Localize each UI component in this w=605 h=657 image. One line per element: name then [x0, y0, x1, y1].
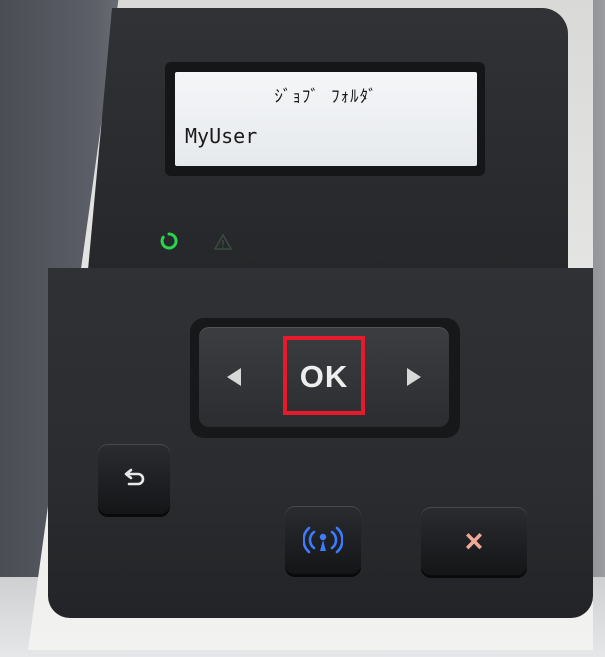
- wireless-icon: [303, 526, 343, 554]
- ready-power-icon: [160, 232, 178, 250]
- back-arrow-icon: [124, 468, 145, 486]
- right-arrow-button[interactable]: [379, 327, 449, 427]
- left-arrow-icon: [227, 368, 241, 386]
- ok-button[interactable]: OK: [284, 339, 364, 415]
- back-button[interactable]: [98, 444, 170, 514]
- lcd-selected-item: MyUser: [185, 124, 258, 148]
- ok-button-label: OK: [299, 359, 349, 394]
- navigation-bar: OK: [199, 327, 449, 427]
- wireless-button[interactable]: [285, 506, 361, 574]
- attention-warning-icon: [213, 233, 233, 250]
- cancel-button[interactable]: ×: [421, 507, 527, 575]
- right-arrow-icon: [407, 368, 421, 386]
- lcd-display: ｼﾞｮﾌﾞ ﾌｫﾙﾀﾞ MyUser: [175, 72, 477, 166]
- cancel-x-icon: ×: [464, 523, 484, 559]
- left-arrow-button[interactable]: [199, 327, 269, 427]
- lcd-title: ｼﾞｮﾌﾞ ﾌｫﾙﾀﾞ: [274, 87, 378, 107]
